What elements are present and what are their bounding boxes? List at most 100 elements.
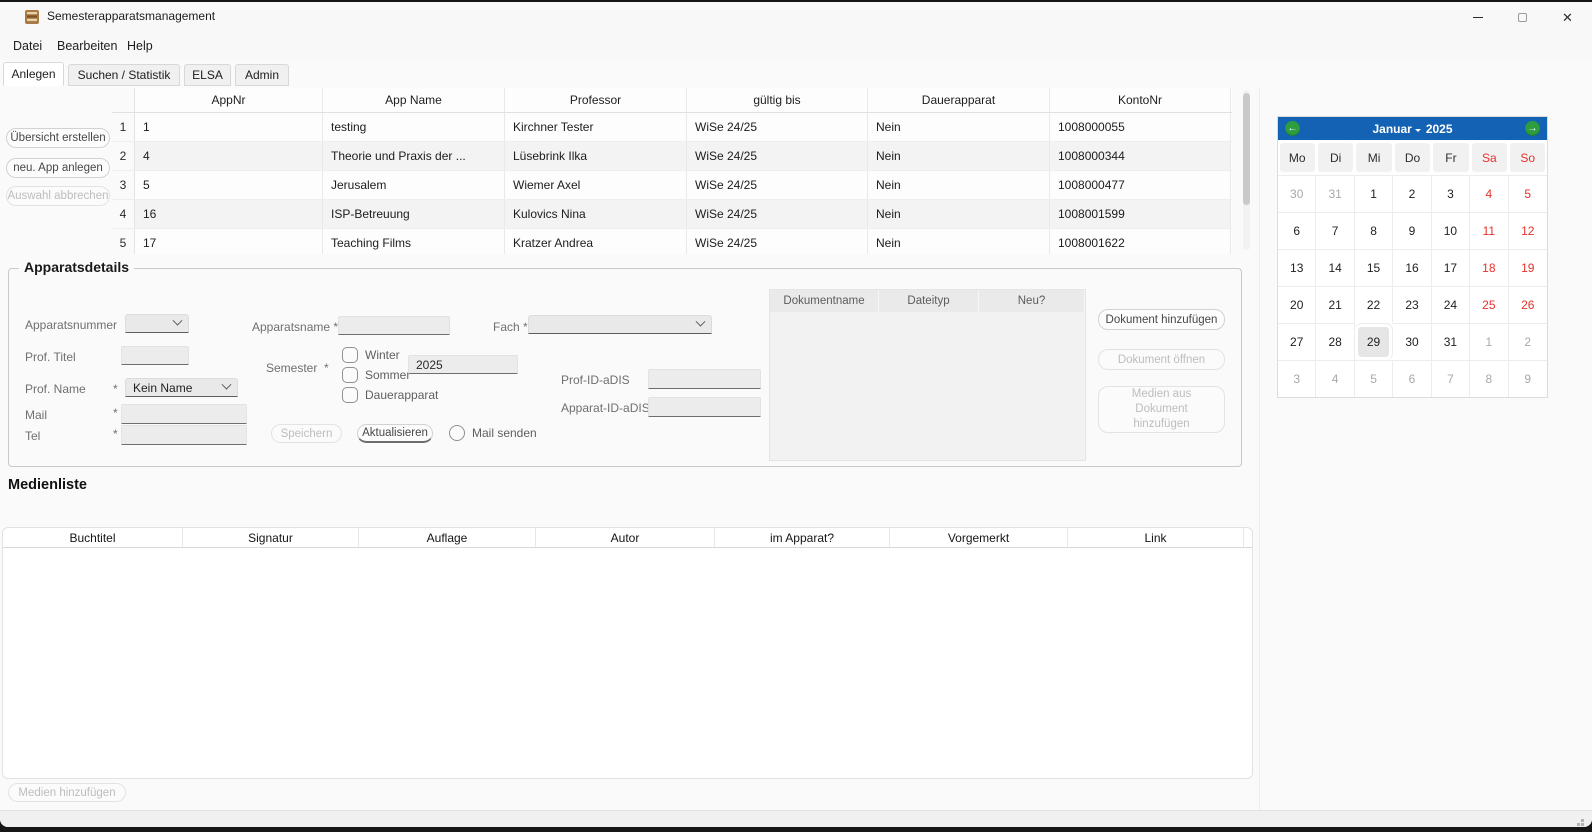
tab-suchen-statistik[interactable]: Suchen / Statistik: [68, 64, 180, 86]
media-column-header[interactable]: Auflage: [359, 528, 536, 547]
calendar-weekday-row: MoDiMiDoFrSaSo: [1278, 140, 1547, 175]
menu-datei[interactable]: Datei: [13, 39, 42, 53]
calendar-day[interactable]: 9: [1509, 360, 1547, 397]
calendar-day[interactable]: 9: [1393, 212, 1431, 249]
tab-anlegen[interactable]: Anlegen: [3, 62, 64, 86]
semester-year-field[interactable]: 2025: [408, 355, 518, 374]
calendar-day[interactable]: 6: [1393, 360, 1431, 397]
calendar-day[interactable]: 13: [1278, 249, 1316, 286]
apparatsname-field[interactable]: [338, 316, 450, 335]
calendar-day[interactable]: 3: [1278, 360, 1316, 397]
calendar-day[interactable]: 3: [1432, 175, 1470, 212]
media-column-header[interactable]: Vorgemerkt: [890, 528, 1068, 547]
calendar-day[interactable]: 12: [1509, 212, 1547, 249]
calendar-day[interactable]: 28: [1316, 323, 1354, 360]
winter-checkbox[interactable]: [342, 347, 358, 363]
calendar-day[interactable]: 18: [1470, 249, 1508, 286]
calendar-day[interactable]: 2: [1509, 323, 1547, 360]
tel-field[interactable]: [121, 425, 247, 445]
table-cell: WiSe 24/25: [687, 142, 868, 170]
column-header[interactable]: Dauerapparat: [868, 88, 1050, 112]
calendar-day[interactable]: 15: [1355, 249, 1393, 286]
row-number: 1: [112, 113, 135, 141]
table-row[interactable]: 35JerusalemWiemer AxelWiSe 24/25Nein1008…: [112, 171, 1232, 200]
calendar-day[interactable]: 2: [1393, 175, 1431, 212]
prof-titel-field[interactable]: [121, 346, 189, 365]
calendar-day[interactable]: 8: [1355, 212, 1393, 249]
table-row[interactable]: 416ISP-BetreuungKulovics NinaWiSe 24/25N…: [112, 200, 1232, 229]
calendar-day[interactable]: 11: [1470, 212, 1508, 249]
dokument-hinzufuegen-button[interactable]: Dokument hinzufügen: [1098, 309, 1225, 330]
chevron-down-icon: [696, 317, 706, 327]
media-column-header[interactable]: im Apparat?: [715, 528, 890, 547]
calendar-day[interactable]: 19: [1509, 249, 1547, 286]
menu-help[interactable]: Help: [127, 39, 153, 53]
calendar-day[interactable]: 7: [1432, 360, 1470, 397]
calendar-day[interactable]: 14: [1316, 249, 1354, 286]
calendar-day[interactable]: 20: [1278, 286, 1316, 323]
calendar-day[interactable]: 26: [1509, 286, 1547, 323]
calendar-next-button[interactable]: →: [1525, 121, 1540, 136]
scrollbar-thumb[interactable]: [1243, 93, 1250, 205]
calendar-day[interactable]: 31: [1316, 175, 1354, 212]
prof-id-adis-field[interactable]: [648, 369, 761, 389]
dauerapparat-checkbox[interactable]: [342, 387, 358, 403]
calendar-day[interactable]: 22: [1355, 286, 1393, 323]
resize-grip-icon[interactable]: [1581, 819, 1584, 822]
apparat-id-adis-field[interactable]: [648, 397, 761, 417]
column-header[interactable]: KontoNr: [1050, 88, 1231, 112]
media-column-header[interactable]: Autor: [536, 528, 715, 547]
calendar-day[interactable]: 29: [1355, 323, 1393, 360]
calendar-day[interactable]: 7: [1316, 212, 1354, 249]
table-row[interactable]: 11testingKirchner TesterWiSe 24/25Nein10…: [112, 113, 1232, 142]
calendar-day[interactable]: 10: [1432, 212, 1470, 249]
table-row[interactable]: 517Teaching FilmsKratzer AndreaWiSe 24/2…: [112, 229, 1232, 254]
uebersicht-erstellen-button[interactable]: Übersicht erstellen: [6, 128, 110, 148]
calendar-prev-button[interactable]: ←: [1285, 121, 1300, 136]
neue-app-anlegen-button[interactable]: neu. App anlegen: [6, 158, 110, 178]
calendar-day[interactable]: 16: [1393, 249, 1431, 286]
maximize-button[interactable]: [1500, 2, 1545, 32]
calendar-day[interactable]: 5: [1509, 175, 1547, 212]
prof-name-combobox[interactable]: Kein Name: [125, 378, 238, 397]
calendar-day[interactable]: 25: [1470, 286, 1508, 323]
media-column-header[interactable]: Signatur: [183, 528, 359, 547]
calendar-day[interactable]: 1: [1355, 175, 1393, 212]
column-header[interactable]: gültig bis: [687, 88, 868, 112]
calendar-title[interactable]: Januar 2025: [1372, 122, 1452, 136]
tab-elsa[interactable]: ELSA: [184, 64, 231, 86]
calendar-day[interactable]: 4: [1470, 175, 1508, 212]
media-column-header[interactable]: Buchtitel: [3, 528, 183, 547]
aktualisieren-button[interactable]: Aktualisieren: [357, 424, 433, 443]
apparatsnummer-combobox[interactable]: [125, 314, 189, 333]
minimize-button[interactable]: [1455, 2, 1500, 32]
apps-table-scrollbar[interactable]: [1243, 90, 1250, 250]
calendar-day[interactable]: 8: [1470, 360, 1508, 397]
column-header[interactable]: Professor: [505, 88, 687, 112]
calendar-day[interactable]: 17: [1432, 249, 1470, 286]
media-column-header[interactable]: Link: [1068, 528, 1244, 547]
calendar-day[interactable]: 30: [1278, 175, 1316, 212]
calendar-day[interactable]: 31: [1432, 323, 1470, 360]
calendar-day[interactable]: 6: [1278, 212, 1316, 249]
calendar-day[interactable]: 21: [1316, 286, 1354, 323]
calendar-day[interactable]: 4: [1316, 360, 1354, 397]
tab-admin[interactable]: Admin: [235, 64, 289, 86]
mail-senden-checkbox[interactable]: [449, 425, 465, 441]
calendar-day[interactable]: 1: [1470, 323, 1508, 360]
mail-field[interactable]: [121, 404, 247, 424]
calendar-day[interactable]: 5: [1355, 360, 1393, 397]
calendar-day[interactable]: 27: [1278, 323, 1316, 360]
table-row[interactable]: 24Theorie und Praxis der ...Lüsebrink Il…: [112, 142, 1232, 171]
column-header[interactable]: App Name: [323, 88, 505, 112]
menu-bearbeiten[interactable]: Bearbeiten: [57, 39, 117, 53]
column-header[interactable]: AppNr: [135, 88, 323, 112]
close-button[interactable]: ✕: [1545, 2, 1590, 32]
fach-combobox[interactable]: [528, 315, 712, 334]
calendar-year[interactable]: 2025: [1426, 122, 1453, 136]
calendar-month[interactable]: Januar: [1372, 122, 1411, 136]
calendar-day[interactable]: 23: [1393, 286, 1431, 323]
calendar-day[interactable]: 30: [1393, 323, 1431, 360]
calendar-day[interactable]: 24: [1432, 286, 1470, 323]
sommer-checkbox[interactable]: [342, 367, 358, 383]
